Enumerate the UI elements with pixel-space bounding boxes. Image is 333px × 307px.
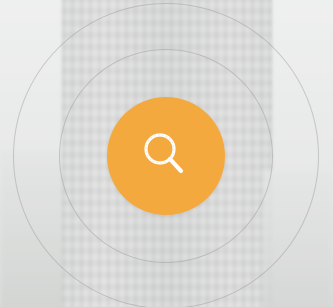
search-screen — [0, 0, 333, 307]
search-button[interactable] — [107, 97, 225, 215]
search-icon — [144, 133, 184, 174]
